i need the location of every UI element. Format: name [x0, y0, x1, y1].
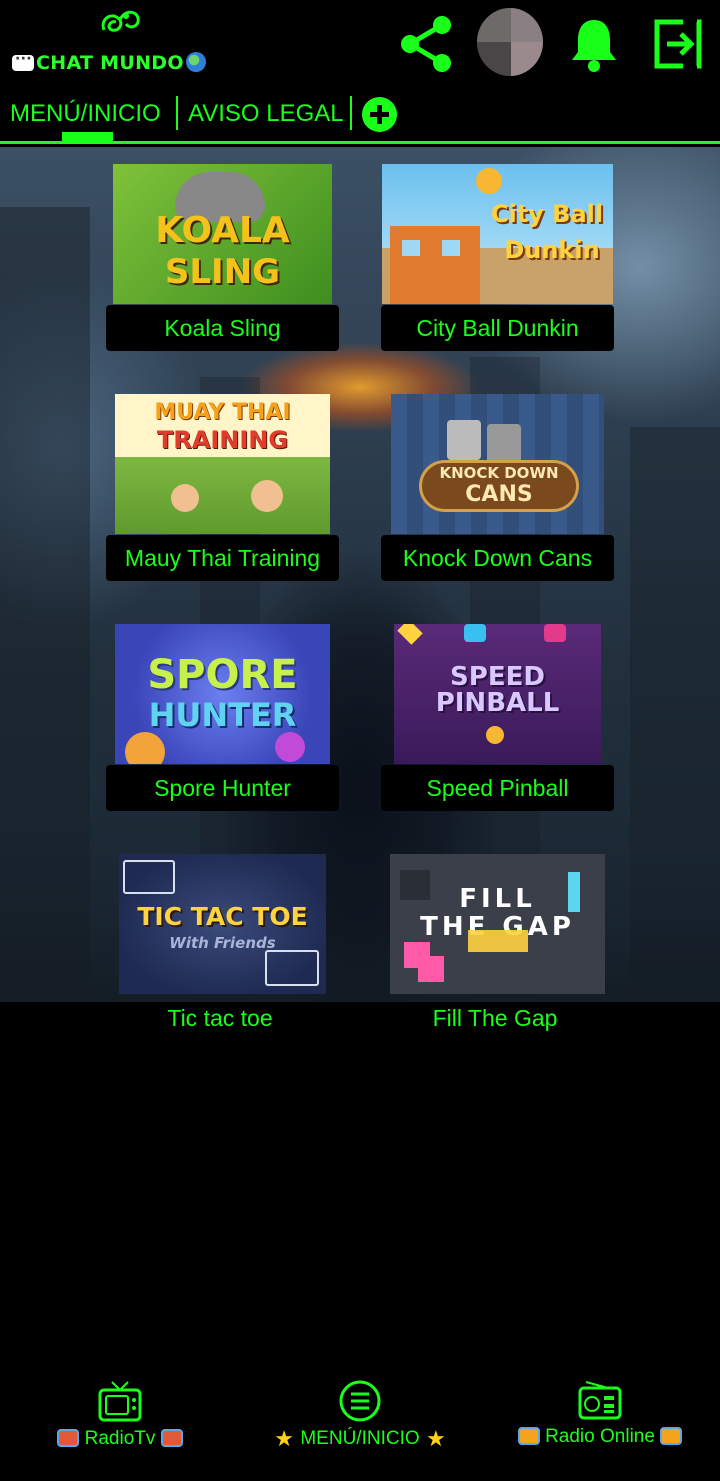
game-label-box[interactable]: Mauy Thai Training: [106, 535, 339, 581]
app-logo[interactable]: CHAT MUNDO: [10, 6, 210, 76]
plus-circle-icon[interactable]: [362, 97, 397, 132]
share-icon[interactable]: [392, 10, 462, 78]
tab-divider: [176, 96, 178, 130]
game-label-box[interactable]: Spore Hunter: [106, 765, 339, 811]
nav-radiotv[interactable]: RadioTv: [40, 1380, 200, 1450]
game-title: Speed Pinball: [426, 774, 569, 801]
game-title: City Ball Dunkin: [416, 314, 579, 341]
nav-menu-inicio[interactable]: ★ MENÚ/INICIO ★: [255, 1380, 465, 1450]
bottom-nav: RadioTv ★ MENÚ/INICIO ★ Radio Online: [0, 1370, 720, 1481]
bell-icon[interactable]: [566, 10, 622, 78]
tab-bar: MENÚ/INICIO AVISO LEGAL: [0, 92, 720, 144]
radio-emoji-icon: [660, 1427, 683, 1445]
radio-emoji-icon: [517, 1427, 540, 1445]
active-tab-indicator: [62, 132, 113, 141]
logo-swirl-icon: [101, 10, 140, 32]
game-thumbnail[interactable]: MUAY THAI TRAINING: [115, 394, 330, 534]
game-label-box[interactable]: Knock Down Cans: [381, 535, 614, 581]
star-emoji-icon: ★: [274, 1426, 294, 1451]
tab-aviso-legal[interactable]: AVISO LEGAL: [188, 100, 344, 128]
menu-icon: [339, 1380, 381, 1422]
game-thumbnail[interactable]: KOALA SLING: [113, 164, 332, 304]
game-thumbnail[interactable]: SPEED PINBALL: [394, 624, 601, 764]
game-title[interactable]: Tic tac toe: [106, 1005, 334, 1032]
tv-icon: [98, 1381, 142, 1422]
game-thumbnail[interactable]: SPORE HUNTER: [115, 624, 330, 764]
nav-label: MENÚ/INICIO: [300, 1428, 420, 1449]
tv-emoji-icon: [160, 1429, 183, 1447]
brand-name: CHAT MUNDO: [12, 51, 206, 74]
chat-bubble-icon: [12, 51, 34, 71]
game-title: Spore Hunter: [154, 774, 291, 801]
game-label-box[interactable]: City Ball Dunkin: [381, 305, 614, 351]
game-title: Mauy Thai Training: [124, 544, 321, 571]
game-thumbnail[interactable]: TIC TAC TOE With Friends: [119, 854, 326, 994]
game-title[interactable]: Fill The Gap: [381, 1005, 609, 1032]
game-thumbnail[interactable]: City Ball Dunkin: [382, 164, 613, 304]
nav-label: Radio Online: [545, 1426, 655, 1447]
globe-icon: [185, 52, 206, 72]
nav-radio-online[interactable]: Radio Online: [505, 1380, 695, 1448]
game-title: Koala Sling: [164, 314, 281, 341]
avatar[interactable]: [476, 8, 544, 76]
star-emoji-icon: ★: [426, 1426, 446, 1451]
nav-label: RadioTv: [84, 1428, 156, 1449]
game-label-box[interactable]: Koala Sling: [106, 305, 339, 351]
game-title: Knock Down Cans: [402, 544, 593, 571]
exit-icon[interactable]: [650, 10, 706, 78]
tv-emoji-icon: [57, 1429, 80, 1447]
game-thumbnail[interactable]: KNOCK DOWN CANS: [391, 394, 604, 534]
tab-divider: [350, 96, 352, 130]
game-thumbnail[interactable]: FILL THE GAP: [390, 854, 605, 994]
tab-menu-inicio[interactable]: MENÚ/INICIO: [10, 100, 161, 128]
top-bar: CHAT MUNDO: [0, 0, 720, 92]
game-label-box[interactable]: Speed Pinball: [381, 765, 614, 811]
radio-icon: [578, 1381, 622, 1420]
